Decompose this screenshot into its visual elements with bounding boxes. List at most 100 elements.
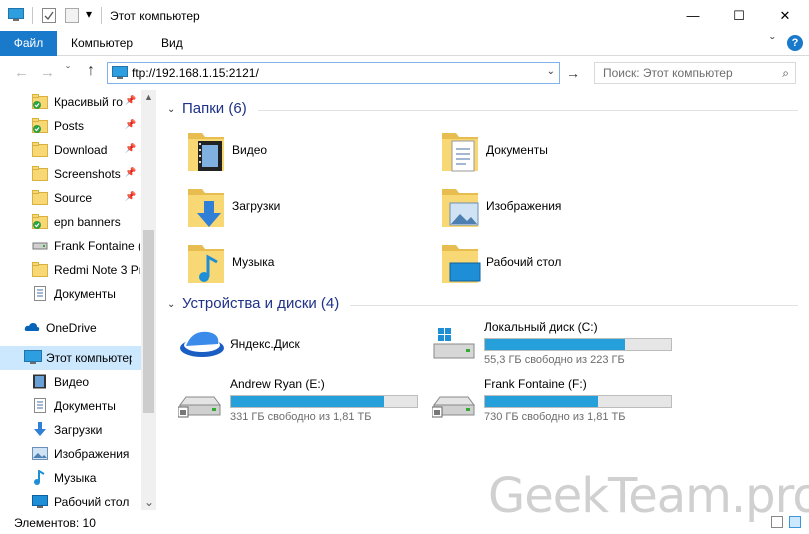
- folder-icon: [32, 190, 48, 205]
- drive-free-space: 55,3 ГБ свободно из 223 ГБ: [484, 354, 625, 366]
- address-bar[interactable]: ftp://192.168.1.15:2121/ ⌄: [107, 62, 560, 84]
- window-title: Этот компьютер: [110, 9, 200, 23]
- nav-item[interactable]: Frank Fontaine (: [0, 234, 140, 258]
- watermark: GeekTeam.pro: [488, 468, 809, 524]
- nav-item-label: Рабочий стол: [54, 495, 130, 509]
- folder-tile[interactable]: Документы: [438, 127, 678, 177]
- address-dropdown-icon[interactable]: ⌄: [547, 66, 555, 77]
- go-button[interactable]: →: [563, 62, 583, 84]
- drive-tile[interactable]: Яндекс.Диск: [178, 318, 428, 368]
- up-button[interactable]: ↑: [87, 62, 95, 80]
- nav-item[interactable]: Download 📌: [0, 138, 140, 162]
- nav-item[interactable]: Документы: [0, 282, 140, 306]
- new-folder-icon[interactable]: [65, 8, 79, 23]
- drive-usage-bar: [484, 395, 672, 408]
- folder-tile[interactable]: Рабочий стол: [438, 239, 678, 289]
- maximize-button[interactable]: ☐: [716, 0, 762, 31]
- help-icon[interactable]: ?: [787, 35, 803, 51]
- scroll-up-icon[interactable]: ▲: [144, 92, 153, 102]
- folder-icon: [32, 142, 48, 157]
- folder-name: Изображения: [486, 199, 562, 213]
- address-path[interactable]: ftp://192.168.1.15:2121/: [132, 66, 259, 80]
- nav-item[interactable]: Source 📌: [0, 186, 140, 210]
- forward-button[interactable]: →: [40, 64, 55, 81]
- nav-item[interactable]: Красивый го 📌: [0, 90, 140, 114]
- windows-drive-icon: [432, 326, 476, 362]
- nav-item[interactable]: Screenshots 📌: [0, 162, 140, 186]
- doc-icon: [32, 286, 48, 301]
- drive-name: Яндекс.Диск: [230, 337, 300, 351]
- tab-view[interactable]: Вид: [147, 31, 197, 56]
- cloud-icon: [24, 320, 40, 335]
- ribbon: Файл Компьютер Вид ˇ ?: [0, 31, 809, 56]
- download-folder-icon: [184, 183, 228, 231]
- nav-item-label: Документы: [54, 399, 116, 413]
- nav-item[interactable]: Загрузки: [0, 418, 140, 442]
- drive-name: Andrew Ryan (E:): [230, 377, 325, 391]
- nav-item[interactable]: Redmi Note 3 Pr: [0, 258, 140, 282]
- picture-icon: [32, 446, 48, 461]
- nav-item-label: Музыка: [54, 471, 97, 485]
- folder-sync-icon: [32, 94, 48, 109]
- close-icon: ✕: [779, 7, 791, 23]
- search-placeholder: Поиск: Этот компьютер: [603, 66, 733, 80]
- folder-tile[interactable]: Загрузки: [184, 183, 424, 233]
- nav-item-label: Документы: [54, 287, 116, 301]
- drive-usage-fill: [485, 339, 625, 350]
- tab-computer[interactable]: Компьютер: [57, 31, 147, 56]
- quick-access-dropdown-icon[interactable]: ▾: [86, 7, 92, 21]
- collapse-devices-icon[interactable]: ⌄: [167, 299, 175, 310]
- nav-item[interactable]: Рабочий стол: [0, 490, 140, 510]
- drive-usage-bar: [230, 395, 418, 408]
- minimize-button[interactable]: —: [670, 0, 716, 31]
- back-button[interactable]: ←: [14, 64, 29, 81]
- folder-name: Видео: [232, 143, 268, 157]
- drive-tile[interactable]: Andrew Ryan (E:) 331 ГБ свободно из 1,81 …: [177, 375, 428, 425]
- desktop-folder-icon: [438, 239, 482, 287]
- nav-scroll-thumb[interactable]: [143, 230, 154, 413]
- nav-item[interactable]: Posts 📌: [0, 114, 140, 138]
- nav-item-label: Видео: [54, 375, 90, 389]
- folder-name: Загрузки: [232, 199, 281, 213]
- devices-header[interactable]: Устройства и диски (4): [182, 295, 339, 312]
- close-button[interactable]: ✕: [762, 0, 808, 31]
- ribbon-collapse-icon[interactable]: ˇ: [770, 34, 775, 50]
- folder-tile[interactable]: Видео: [184, 127, 424, 177]
- item-count: Элементов: 10: [14, 516, 96, 530]
- nav-item[interactable]: Музыка: [0, 466, 140, 490]
- scroll-down-icon[interactable]: ⌄: [144, 495, 154, 509]
- nav-item[interactable]: Документы: [0, 394, 140, 418]
- tab-file[interactable]: Файл: [0, 31, 57, 56]
- folder-name: Музыка: [232, 255, 275, 269]
- music-icon: [32, 469, 48, 485]
- folder-tile[interactable]: Изображения: [438, 183, 678, 233]
- pin-icon: 📌: [125, 167, 137, 177]
- computer-icon[interactable]: [8, 8, 24, 22]
- pc-icon: [24, 350, 42, 365]
- nav-item[interactable]: Видео: [0, 370, 140, 394]
- search-icon[interactable]: ⌕: [782, 66, 789, 81]
- collapse-folders-icon[interactable]: ⌄: [167, 104, 175, 115]
- folders-header[interactable]: Папки (6): [182, 100, 247, 117]
- nav-item[interactable]: Изображения: [0, 442, 140, 466]
- desktop-icon: [32, 494, 48, 509]
- music-folder-icon: [184, 239, 228, 287]
- nav-item[interactable]: OneDrive: [0, 316, 140, 340]
- divider: [258, 110, 798, 111]
- nav-item-label: epn banners: [54, 215, 121, 229]
- properties-icon[interactable]: [42, 8, 56, 23]
- folder-name: Документы: [486, 143, 548, 157]
- folder-sync-icon: [32, 118, 48, 133]
- nav-item-label: Изображения: [54, 447, 130, 461]
- title-bar: ▾ Этот компьютер — ☐ ✕: [0, 0, 809, 31]
- yandex-disk-icon: [178, 326, 224, 362]
- nav-item[interactable]: epn banners: [0, 210, 140, 234]
- recent-locations-icon[interactable]: ˇ: [66, 64, 70, 78]
- drive-tile[interactable]: Frank Fontaine (F:) 730 ГБ свободно из 1,…: [431, 375, 682, 425]
- folder-tile[interactable]: Музыка: [184, 239, 424, 289]
- nav-item[interactable]: Этот компьютер: [0, 346, 141, 370]
- video-icon: [32, 374, 48, 389]
- drive-tile[interactable]: Локальный диск (C:) 55,3 ГБ свободно из 2…: [432, 318, 682, 368]
- search-input[interactable]: Поиск: Этот компьютер ⌕: [594, 62, 796, 84]
- drive-usage-fill: [231, 396, 384, 407]
